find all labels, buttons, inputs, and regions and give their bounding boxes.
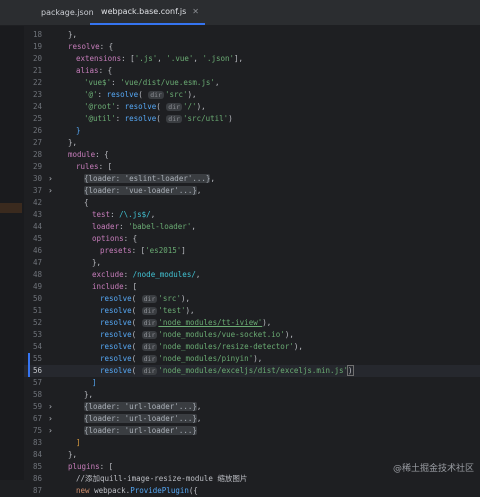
code-line: 54resolve( dir'node_modules/resize-detec… [24, 341, 480, 353]
code-line: 49include: [ [24, 281, 480, 293]
code-line: 22'vue$': 'vue/dist/vue.esm.js', [24, 77, 480, 89]
fold-expand-icon[interactable]: › [48, 401, 56, 413]
code-editor[interactable]: 18}, 19resolve: { 20extensions: ['.js', … [24, 26, 480, 480]
editor-tab-bar: package.json webpack.base.conf.js ✕ [0, 0, 480, 26]
tab-package-json[interactable]: package.json [30, 0, 90, 25]
watermark: @稀土掘金技术社区 [393, 461, 474, 474]
code-line: 21alias: { [24, 65, 480, 77]
fold-expand-icon[interactable]: › [48, 413, 56, 425]
code-line: 27}, [24, 137, 480, 149]
code-line: 24'@root': resolve( dir'/'), [24, 101, 480, 113]
tab-label: webpack.base.conf.js [101, 7, 186, 16]
tab-label: package.json [41, 8, 94, 17]
fold-expand-icon[interactable]: › [48, 185, 56, 197]
code-line: 52resolve( dir'node_modules/tt-iview'), [24, 317, 480, 329]
code-line: 87new webpack.ProvidePlugin({ [24, 485, 480, 497]
tab-webpack-base-conf[interactable]: webpack.base.conf.js ✕ [90, 0, 205, 25]
code-line-current: 56resolve( dir'node_modules/exceljs/dist… [24, 365, 480, 377]
code-line: 19resolve: { [24, 41, 480, 53]
code-line: 37›{loader: 'vue-loader'...}, [24, 185, 480, 197]
code-line: 43test: /\.js$/, [24, 209, 480, 221]
folded-region[interactable]: {loader: 'url-loader'...} [84, 426, 197, 435]
code-line: 46presets: ['es2015'] [24, 245, 480, 257]
code-line: 51resolve( dir'test'), [24, 305, 480, 317]
gutter-marker [0, 203, 22, 213]
fold-expand-icon[interactable]: › [48, 425, 56, 437]
folded-region[interactable]: {loader: 'eslint-loader'...} [84, 174, 210, 183]
fold-expand-icon[interactable]: › [48, 173, 56, 185]
code-line: 47}, [24, 257, 480, 269]
code-line: 44loader: 'babel-loader', [24, 221, 480, 233]
tool-window-strip [0, 26, 24, 480]
code-line: 57] [24, 377, 480, 389]
code-line: 84}, [24, 449, 480, 461]
code-line: 55resolve( dir'node_modules/pinyin'), [24, 353, 480, 365]
close-icon[interactable]: ✕ [192, 7, 199, 16]
code-line: 48exclude: /node_modules/, [24, 269, 480, 281]
code-line: 45options: { [24, 233, 480, 245]
code-line: 83] [24, 437, 480, 449]
code-line: 75›{loader: 'url-loader'...} [24, 425, 480, 437]
code-line: 26} [24, 125, 480, 137]
code-line: 50resolve( dir'src'), [24, 293, 480, 305]
folded-region[interactable]: {loader: 'url-loader'...} [84, 414, 197, 423]
code-line: 58}, [24, 389, 480, 401]
code-line: 30›{loader: 'eslint-loader'...}, [24, 173, 480, 185]
code-line: 29rules: [ [24, 161, 480, 173]
folded-region[interactable]: {loader: 'url-loader'...} [84, 402, 197, 411]
code-line: 59›{loader: 'url-loader'...}, [24, 401, 480, 413]
code-line: 42{ [24, 197, 480, 209]
code-line: 28module: { [24, 149, 480, 161]
code-line: 53resolve( dir'node_modules/vue-socket.i… [24, 329, 480, 341]
code-line: 86//添加quill-image-resize-module 缩放图片 [24, 473, 480, 485]
folded-region[interactable]: {loader: 'vue-loader'...} [84, 186, 197, 195]
code-line: 20extensions: ['.js', '.vue', '.json'], [24, 53, 480, 65]
code-line: 67›{loader: 'url-loader'...}, [24, 413, 480, 425]
code-line: 23'@': resolve( dir'src'), [24, 89, 480, 101]
code-line: 18}, [24, 29, 480, 41]
code-line: 25'@util': resolve( dir'src/util') [24, 113, 480, 125]
